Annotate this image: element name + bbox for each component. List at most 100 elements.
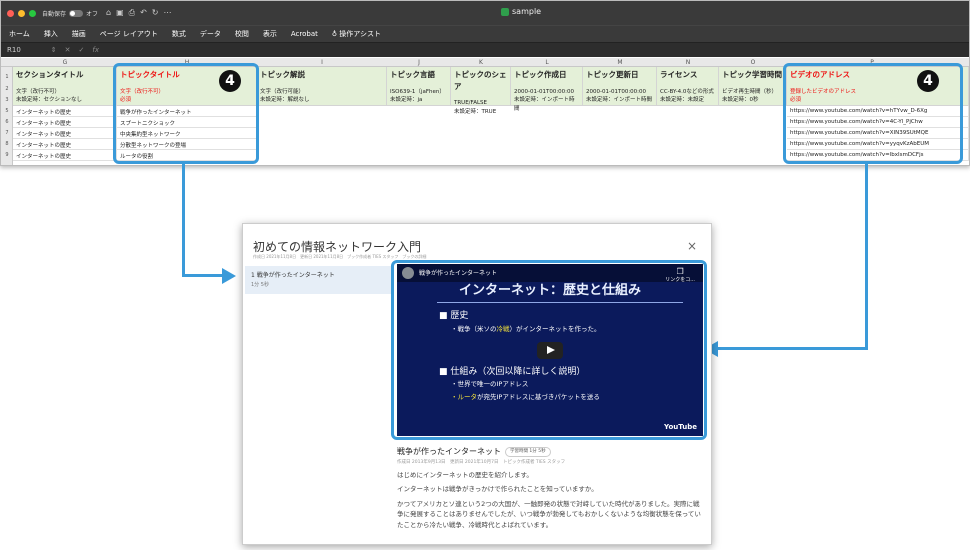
header-format: 2000-01-01T00:00:00	[514, 88, 575, 95]
lightbulb-icon: ♁	[331, 30, 338, 38]
section-cell[interactable]: インターネットの歴史	[13, 106, 117, 117]
autosave-state: オフ	[86, 10, 99, 18]
autosave[interactable]: 自動保存 オフ	[42, 9, 98, 18]
autosave-toggle[interactable]	[69, 9, 84, 17]
topic-paragraph: はじめにインターネットの歴史を紹介します。	[397, 470, 533, 479]
confirm-icon[interactable]: ✓	[79, 46, 85, 54]
name-box[interactable]: R10	[7, 46, 21, 54]
header-format: 文字（改行不可）	[16, 88, 61, 95]
topic-title: 戦争が作ったインターネット	[397, 447, 501, 456]
learning-time-badge: 学習時間 1分 5秒	[505, 447, 551, 457]
column-header-k[interactable]: K	[451, 59, 511, 66]
header-format: CC-BY-4.0などの形式	[660, 88, 714, 95]
redo-icon[interactable]: ↻	[152, 8, 159, 18]
header-format: TRUE/FALSE	[454, 100, 487, 107]
window-controls	[7, 9, 36, 17]
topic-info: 戦争が作ったインターネット 学習時間 1分 5秒 作成日 2013年9月13日 更…	[397, 446, 703, 534]
title-bar: 自動保存 オフ ⌂ ▣ ⎙ ↶ ↻ ⋯ sample	[1, 1, 969, 25]
toc-time: 1分 5秒	[251, 282, 269, 288]
close-icon[interactable]: ×	[687, 239, 697, 253]
quick-access-toolbar: ⌂ ▣ ⎙ ↶ ↻ ⋯	[106, 8, 171, 18]
column-header-g[interactable]: G	[13, 59, 117, 66]
ribbon-tabs: ホーム 挿入 描画 ページ レイアウト 数式 データ 校閲 表示 Acrobat…	[1, 25, 969, 42]
column-header-l[interactable]: L	[511, 59, 583, 66]
minimize-window-button[interactable]	[18, 9, 25, 17]
row-header[interactable]: 9	[1, 152, 13, 158]
toc-index: 1	[251, 272, 255, 279]
tab-tell-me-label: 操作アシスト	[339, 30, 381, 38]
header-default: 未設定時：セクションなし	[16, 97, 83, 104]
header-title: トピック言語	[390, 70, 435, 79]
header-title: トピック学習時間	[722, 70, 782, 79]
print-icon[interactable]: ⎙	[129, 8, 135, 18]
header-title: トピックのシェア	[454, 70, 507, 91]
header-cell-o[interactable]: トピック学習時間 ビデオ再生時間（秒） 未設定時：0秒	[719, 67, 787, 106]
header-cell-g[interactable]: セクションタイトル 文字（改行不可） 未設定時：セクションなし	[13, 67, 117, 106]
document-name: sample	[512, 7, 542, 16]
stepper-icon[interactable]: ⇕	[51, 46, 57, 54]
tab-review[interactable]: 校閲	[235, 29, 249, 39]
connector-line-left	[182, 164, 185, 276]
header-default: 未設定時：ja	[390, 97, 423, 104]
header-title: ライセンス	[660, 70, 698, 79]
header-cell-l[interactable]: トピック作成日 2000-01-01T00:00:00 未設定時：インポート時間	[511, 67, 583, 112]
header-title: セクションタイトル	[16, 70, 84, 79]
column-header-j[interactable]: J	[387, 59, 451, 66]
header-default: 未設定時：解説なし	[260, 97, 310, 104]
tab-page-layout[interactable]: ページ レイアウト	[100, 29, 158, 39]
more-icon[interactable]: ⋯	[163, 8, 171, 18]
formula-icons: ⇕ ✕ ✓ fx	[51, 46, 99, 54]
row-header[interactable]: 1	[1, 74, 13, 80]
row-header[interactable]: 5	[1, 108, 13, 114]
header-cell-n[interactable]: ライセンス CC-BY-4.0などの形式 未設定時：未設定	[657, 67, 719, 106]
header-format: 文字（改行可能）	[260, 88, 305, 95]
column-header-i[interactable]: I	[257, 59, 387, 66]
arrowhead-left	[222, 268, 236, 284]
tab-view[interactable]: 表示	[263, 29, 277, 39]
header-cell-m[interactable]: トピック更新日 2000-01-01T00:00:00 未設定時：インポート時間	[583, 67, 657, 106]
video-highlight	[391, 260, 707, 440]
section-cell[interactable]: インターネットの歴史	[13, 150, 117, 161]
topic-paragraph: インターネットは戦争がきっかけで作られたことを知っていますか。	[397, 485, 598, 494]
column-header-m[interactable]: M	[583, 59, 657, 66]
header-default: 未設定時：TRUE	[454, 108, 497, 115]
header-cell-k[interactable]: トピックのシェア TRUE/FALSE 未設定時：TRUE	[451, 67, 511, 115]
header-cell-j[interactable]: トピック言語 ISO639-1（jaFhen） 未設定時：ja	[387, 67, 451, 106]
zoom-window-button[interactable]	[29, 9, 36, 17]
row-header[interactable]: 8	[1, 141, 13, 147]
undo-icon[interactable]: ↶	[140, 8, 147, 18]
cancel-icon[interactable]: ✕	[65, 46, 71, 54]
tab-home[interactable]: ホーム	[9, 29, 30, 39]
close-window-button[interactable]	[7, 9, 14, 17]
tab-tell-me[interactable]: ♁ 操作アシスト	[332, 29, 381, 39]
column-header-o[interactable]: O	[719, 59, 787, 66]
row-header[interactable]: 7	[1, 130, 13, 136]
tab-formulas[interactable]: 数式	[172, 29, 186, 39]
header-cell-i[interactable]: トピック解説 文字（改行可能） 未設定時：解説なし	[257, 67, 387, 106]
step-badge-right: 4	[917, 70, 939, 92]
section-cell[interactable]: インターネットの歴史	[13, 139, 117, 150]
header-default: 未設定時：インポート時間	[514, 97, 575, 112]
row-header[interactable]: 2	[1, 86, 13, 92]
tab-acrobat[interactable]: Acrobat	[291, 30, 318, 38]
tab-insert[interactable]: 挿入	[44, 29, 58, 39]
book-dialog: 初めての情報ネットワーク入門 作成日 2021年11月8日 更新日 2021年1…	[242, 223, 712, 545]
header-title: トピック更新日	[586, 70, 639, 79]
dialog-title: 初めての情報ネットワーク入門	[253, 240, 422, 254]
toc-item[interactable]: 1 戦争が作ったインターネット 1分 5秒	[245, 266, 393, 294]
header-default: 未設定時：0秒	[722, 97, 759, 104]
tab-data[interactable]: データ	[200, 29, 221, 39]
fx-icon[interactable]: fx	[92, 46, 99, 54]
save-icon[interactable]: ▣	[116, 8, 124, 18]
row-headers: 1 2 3 5 6 7 8 9	[1, 67, 13, 165]
home-icon[interactable]: ⌂	[106, 8, 111, 18]
header-default: 未設定時：インポート時間	[586, 97, 653, 104]
connector-line-right-h	[718, 347, 868, 350]
section-cell[interactable]: インターネットの歴史	[13, 117, 117, 128]
section-cell[interactable]: インターネットの歴史	[13, 128, 117, 139]
row-header[interactable]: 3	[1, 97, 13, 103]
header-format: 2000-01-01T00:00:00	[586, 88, 647, 95]
row-header[interactable]: 6	[1, 119, 13, 125]
column-header-n[interactable]: N	[657, 59, 719, 66]
tab-draw[interactable]: 描画	[72, 29, 86, 39]
